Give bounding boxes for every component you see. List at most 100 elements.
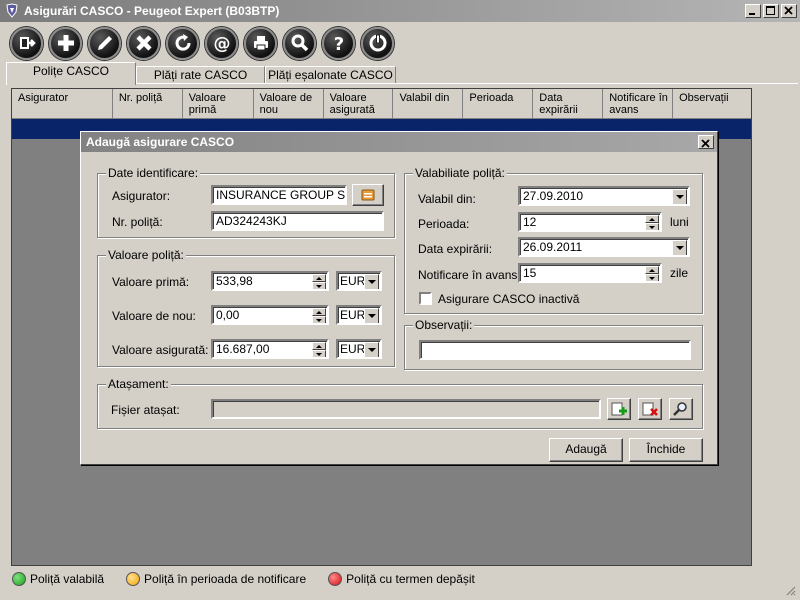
period-field[interactable]: 12 bbox=[518, 212, 662, 232]
chevron-down-icon[interactable] bbox=[364, 342, 379, 357]
notification-field[interactable]: 15 bbox=[518, 263, 662, 283]
edit-button[interactable] bbox=[88, 26, 121, 60]
refresh-button[interactable] bbox=[166, 26, 199, 60]
tab-plati-rate-casco[interactable]: Plăți rate CASCO bbox=[136, 66, 265, 84]
tab-plati-esalonate-casco[interactable]: Plăți eșalonate CASCO bbox=[265, 66, 396, 84]
valid-from-value: 27.09.2010 bbox=[523, 189, 584, 203]
spin-up-icon[interactable] bbox=[645, 266, 659, 274]
col-valabil-din[interactable]: Valabil din bbox=[393, 89, 464, 119]
new-value-currency-value: EUR bbox=[340, 308, 366, 322]
col-asigurator[interactable]: Asigurator bbox=[12, 89, 113, 119]
policy-value-group: Valoare poliță: Valoare primă: 533,98 EU… bbox=[97, 248, 395, 367]
close-window-button[interactable] bbox=[781, 4, 797, 18]
expiry-field[interactable]: 26.09.2011 bbox=[518, 237, 690, 257]
new-value-field[interactable]: 0,00 bbox=[211, 305, 329, 325]
notification-value: 15 bbox=[523, 266, 537, 280]
group-legend: Date identificare: bbox=[106, 166, 201, 180]
power-button[interactable] bbox=[361, 26, 394, 60]
dialog-title: Adaugă asigurare CASCO bbox=[86, 135, 235, 149]
policy-number-value: AD324243KJ bbox=[216, 214, 287, 228]
col-observatii[interactable]: Observații bbox=[673, 89, 751, 119]
tab-label: Plăți eșalonate CASCO bbox=[268, 68, 393, 82]
email-icon: @ bbox=[213, 34, 230, 54]
maximize-icon bbox=[766, 6, 775, 15]
view-attachment-button[interactable] bbox=[669, 398, 693, 420]
insurer-label: Asigurator: bbox=[112, 189, 171, 203]
valid-from-label: Valabil din: bbox=[418, 192, 476, 206]
close-dialog-button[interactable]: Închide bbox=[629, 438, 703, 462]
maximize-button[interactable] bbox=[763, 4, 779, 18]
delete-attachment-button[interactable] bbox=[638, 398, 662, 420]
premium-spinner[interactable] bbox=[312, 274, 326, 289]
spin-up-icon[interactable] bbox=[645, 215, 659, 223]
spin-up-icon[interactable] bbox=[312, 274, 326, 282]
magnifier-icon bbox=[673, 402, 687, 416]
new-value-spinner[interactable] bbox=[312, 308, 326, 323]
exit-button[interactable] bbox=[10, 26, 43, 60]
svg-text:?: ? bbox=[333, 34, 343, 54]
email-button[interactable]: @ bbox=[205, 26, 238, 60]
select-insurer-button[interactable] bbox=[352, 184, 384, 206]
premium-field[interactable]: 533,98 bbox=[211, 271, 329, 291]
spin-up-icon[interactable] bbox=[312, 308, 326, 316]
policy-number-field[interactable]: AD324243KJ bbox=[211, 211, 384, 231]
calendar-dropdown-icon[interactable] bbox=[672, 189, 687, 204]
add-button[interactable] bbox=[49, 26, 82, 60]
legend-label: Poliță cu termen depășit bbox=[346, 572, 475, 586]
notification-label: Notificare în avans: bbox=[418, 268, 521, 282]
insurer-value: INSURANCE GROUP S.A. bbox=[216, 188, 347, 202]
col-valoare-prima[interactable]: Valoare primă bbox=[182, 89, 254, 119]
col-notificare[interactable]: Notificare în avans bbox=[603, 89, 674, 119]
edit-icon bbox=[97, 36, 112, 50]
minimize-button[interactable] bbox=[745, 4, 761, 18]
resize-grip-icon[interactable] bbox=[784, 584, 796, 596]
status-bar: Poliță valabilă Poliță în perioada de no… bbox=[0, 567, 800, 591]
spin-down-icon[interactable] bbox=[312, 316, 326, 323]
col-nr-polita[interactable]: Nr. poliță bbox=[112, 89, 183, 119]
help-button[interactable]: ? bbox=[322, 26, 355, 60]
valid-from-field[interactable]: 27.09.2010 bbox=[518, 186, 690, 206]
period-label: Perioada: bbox=[418, 217, 470, 231]
legend-notification: Poliță în perioada de notificare bbox=[126, 572, 306, 586]
toolbar: @ ? bbox=[0, 22, 800, 64]
tab-polite-casco[interactable]: Polițe CASCO bbox=[6, 62, 136, 85]
insured-value-field[interactable]: 16.687,00 bbox=[211, 339, 329, 359]
delete-icon bbox=[135, 35, 152, 51]
col-valoare-de-nou[interactable]: Valoare de nou bbox=[253, 89, 324, 119]
delete-button[interactable] bbox=[127, 26, 160, 60]
search-button[interactable] bbox=[283, 26, 316, 60]
legend-valid: Poliță valabilă bbox=[12, 572, 104, 586]
print-button[interactable] bbox=[244, 26, 277, 60]
chevron-down-icon[interactable] bbox=[364, 308, 379, 323]
help-icon: ? bbox=[333, 34, 343, 54]
spin-down-icon[interactable] bbox=[645, 274, 659, 281]
col-perioada[interactable]: Perioada bbox=[463, 89, 534, 119]
add-policy-button[interactable]: Adaugă bbox=[549, 438, 623, 462]
dialog-close-button[interactable] bbox=[698, 135, 714, 149]
premium-currency-select[interactable]: EUR bbox=[336, 271, 382, 291]
insured-value-spinner[interactable] bbox=[312, 342, 326, 357]
group-legend: Observații: bbox=[413, 318, 475, 332]
spin-down-icon[interactable] bbox=[312, 282, 326, 289]
insurer-field[interactable]: INSURANCE GROUP S.A. bbox=[211, 185, 347, 205]
notification-spinner[interactable] bbox=[645, 266, 659, 281]
inactive-checkbox[interactable] bbox=[419, 292, 432, 305]
spin-up-icon[interactable] bbox=[312, 342, 326, 350]
grid-header: Asigurator Nr. poliță Valoare primă Valo… bbox=[12, 89, 751, 119]
col-valoare-asigurata[interactable]: Valoare asigurată bbox=[323, 89, 394, 119]
col-data-expirarii[interactable]: Data expirării bbox=[533, 89, 604, 119]
period-spinner[interactable] bbox=[645, 215, 659, 230]
expiry-label: Data expirării: bbox=[418, 242, 493, 256]
group-legend: Valoare poliță: bbox=[106, 248, 186, 262]
new-value-currency-select[interactable]: EUR bbox=[336, 305, 382, 325]
insured-value-currency-select[interactable]: EUR bbox=[336, 339, 382, 359]
spin-down-icon[interactable] bbox=[312, 350, 326, 357]
calendar-dropdown-icon[interactable] bbox=[672, 240, 687, 255]
notes-field[interactable] bbox=[419, 340, 691, 360]
inactive-label[interactable]: Asigurare CASCO inactivă bbox=[438, 292, 579, 306]
add-attachment-button[interactable] bbox=[607, 398, 631, 420]
chevron-down-icon[interactable] bbox=[364, 274, 379, 289]
green-dot-icon bbox=[12, 572, 26, 586]
period-value: 12 bbox=[523, 215, 537, 229]
spin-down-icon[interactable] bbox=[645, 223, 659, 230]
